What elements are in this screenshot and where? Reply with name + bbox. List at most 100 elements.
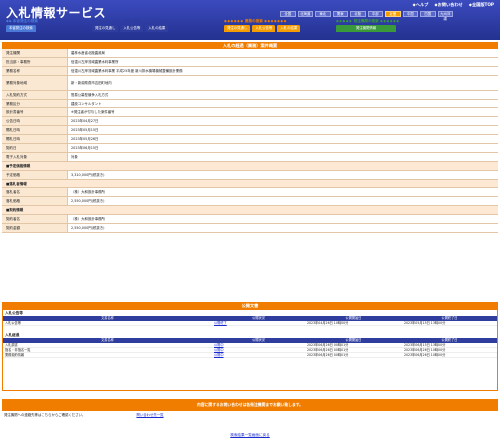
detail-row: 落札者名 （株）大和設計事務所 [2, 188, 498, 198]
detail-label: 業務名称 [2, 66, 67, 75]
detail-value: 3,310,000円(税抜き) [67, 170, 498, 179]
detail-row: 担当部・事務所 信濃川左岸流域農業水利事業所 [2, 57, 498, 67]
document-cell: 2023年06月26日 10時00分 [404, 353, 446, 357]
detail-label: 公告日時 [2, 117, 67, 126]
detail-label: 落札者名 [2, 188, 67, 197]
help-link[interactable]: ◆ヘルプ [413, 2, 429, 8]
detail-label: 担当部・事務所 [2, 57, 67, 66]
detail-row: 業務名称 信濃川左岸流域農業水利事業 平成25年度 新川排水機場機械整備設計業務 [2, 66, 498, 76]
detail-label: 予定価格 [2, 170, 67, 179]
document-status-link[interactable]: 公開中 [212, 343, 305, 347]
nav-koji-notice-button[interactable]: 入札公告等 [120, 25, 144, 32]
detail-label: 契約者名 [2, 215, 67, 224]
documents-section-title: 公開文書 [2, 302, 498, 309]
document-status-link[interactable]: 公開中 [212, 353, 305, 357]
nav-group-label-gyomu: ◆◆◆◆◆◆ 業務の検索 ◆◆◆◆◆◆◆ [224, 19, 287, 23]
detail-row: 業務対象地域 新・新潟県燕市吉田町地内 [2, 75, 498, 91]
detail-row: 公告日時 2023年04月27日 [2, 117, 498, 127]
contact-list-link[interactable]: 問い合わせ先一覧 [136, 413, 163, 417]
detail-value: （株）大和設計事務所 [67, 215, 498, 224]
detail-row: 契約日 2023年06月15日 [2, 144, 498, 153]
detail-section-title: 入札の経過（業務）案件概要 [2, 42, 498, 49]
detail-label: ■落札者情報 [2, 179, 67, 188]
detail-value: （株）大和設計事務所 [67, 188, 498, 197]
detail-value: 2023年05月15日 [67, 126, 498, 135]
detail-value: 建設コンサルタント [67, 99, 498, 108]
document-cell: 2023年04月26日 10時00分 [307, 321, 349, 325]
contact-link[interactable]: ◆お問い合わせ [434, 2, 462, 8]
nav-kikan-info-button[interactable]: 発注機関情報 [336, 25, 396, 32]
region-tab-kyushu[interactable]: 九州沖縄 [437, 11, 453, 21]
header-links: ◆ヘルプ ◆お問い合わせ ◆全国版TOP [413, 2, 494, 8]
document-cell: 入札調書 [5, 343, 18, 347]
detail-value: 2023年06月15日 [67, 144, 498, 152]
region-tab-shikoku[interactable]: 四国 [420, 11, 436, 17]
detail-label: 開札日時 [2, 135, 67, 144]
region-tab-kinki[interactable]: 近畿 [385, 11, 401, 17]
detail-value: 対象 [67, 152, 498, 161]
detail-value: 2,550,000円(税抜き) [67, 197, 498, 206]
detail-value: 簡易公募型競争入札方式 [67, 90, 498, 99]
document-cell: 2023年05月15日 13時00分 [404, 321, 446, 325]
region-tabs: 全国 北海道 東北 関東 北陸 中部 近畿 中国 四国 九州沖縄 [280, 11, 453, 21]
document-cell: 指名・非指名一覧 [5, 348, 31, 352]
detail-row: ■落札者情報 [2, 179, 498, 189]
detail-value: 2,550,000円(税抜き) [67, 224, 498, 232]
region-tab-chugoku[interactable]: 中国 [402, 11, 418, 17]
nav-group-label-koji: ◆◆◆◆◆◆◆◆◆ 工事の検索 ◆◆◆◆◆◆◆◆◆ [92, 19, 172, 23]
document-cell: 2023年06月26日 10時00分 [404, 348, 446, 352]
document-spacer [3, 358, 497, 364]
back-to-results-link[interactable]: 検索結果一覧画面に戻る [230, 433, 270, 437]
detail-label: 契約金額 [2, 224, 67, 232]
top-link[interactable]: ◆全国版TOP [469, 2, 494, 8]
region-tab-hokkaido[interactable]: 北海道 [297, 11, 313, 17]
detail-label: 落札価格 [2, 197, 67, 206]
detail-label: 業務区分 [2, 99, 67, 108]
detail-label: 電子入札対象 [2, 152, 67, 161]
inquiry-text: 発注機関への連絡先等はこちらからご確認ください。 [4, 413, 86, 417]
detail-value [67, 206, 498, 215]
detail-row: 入札契約方式 簡易公募型競争入札方式 [2, 90, 498, 100]
detail-row: 発注機関 農林水産省北陸農政局 [2, 49, 498, 58]
document-cell: 2023年06月26日 00時01分 [307, 353, 349, 357]
documents-content: 入札公告等 文書名称 公開状況 公開開始日 公開終了日 入札公告等 公開終了 2023年04月… [3, 310, 497, 364]
detail-row: 業務区分 建設コンサルタント [2, 99, 498, 109]
document-cell: 入札公告等 [5, 321, 21, 325]
nav-group-label-honsho: ◆◆ 本省発注の検索 [6, 19, 38, 23]
inquiry-heading: 内容に関するお問い合わせは各発注機関までお願い致します。 [2, 399, 498, 411]
detail-value: 信濃川左岸流域農業水利事業所 [67, 57, 498, 66]
region-tab-kanto[interactable]: 関東 [332, 11, 348, 17]
nav-gyomu-outlook-button[interactable]: 発注の見通し [224, 25, 251, 32]
detail-label: 業務対象地域 [2, 75, 67, 90]
document-status-link[interactable]: 公開終了 [212, 321, 305, 325]
nav-honsho-search-button[interactable]: 本省発注の検索 [6, 25, 36, 32]
detail-value: 新・新潟県燕市吉田町地内 [67, 75, 498, 90]
region-tab-chubu[interactable]: 中部 [367, 11, 383, 17]
document-cell: 2023年06月26日 00時01分 [307, 343, 349, 347]
document-cell: 業務契約情報 [5, 353, 25, 357]
detail-row: ■予定価格情報 [2, 161, 498, 171]
detail-label: 設計書番号 [2, 108, 67, 117]
region-tab-hokuriku[interactable]: 北陸 [350, 11, 366, 17]
nav-group-label-kikan: ◆◆◆◆◆ 発注機関の検索 ◆◆◆◆◆◆ [336, 19, 400, 23]
detail-value: 2023年04月27日 [67, 117, 498, 126]
detail-row: 契約金額 2,550,000円(税抜き) [2, 224, 498, 233]
document-status-link[interactable]: 公開中 [212, 348, 305, 352]
nav-gyomu-notice-button[interactable]: 入札公告等 [252, 25, 276, 32]
region-tab-zenkoku[interactable]: 全国 [280, 11, 296, 17]
detail-label: ■契約情報 [2, 206, 67, 215]
search-nav: ◆◆ 本省発注の検索 本省発注の検索 ◆◆◆◆◆◆◆◆◆ 工事の検索 ◆◆◆◆◆… [0, 19, 500, 39]
detail-value: 農林水産省北陸農政局 [67, 49, 498, 57]
nav-gyomu-result-button[interactable]: 入札の結果 [277, 25, 301, 32]
detail-value [67, 179, 498, 188]
detail-label: 開札日時 [2, 126, 67, 135]
detail-value: 信濃川左岸流域農業水利事業 平成25年度 新川排水機場機械整備設計業務 [67, 66, 498, 75]
nav-koji-outlook-button[interactable]: 発注の見通し [92, 25, 119, 32]
detail-row: 予定価格 3,310,000円(税抜き) [2, 170, 498, 180]
region-tab-tohoku[interactable]: 東北 [315, 11, 331, 17]
detail-row: 電子入札対象 対象 [2, 152, 498, 162]
detail-label: 発注機関 [2, 49, 67, 57]
detail-table: 発注機関 農林水産省北陸農政局 担当部・事務所 信濃川左岸流域農業水利事業所 業務名称信… [2, 49, 498, 233]
nav-koji-result-button[interactable]: 入札の結果 [145, 25, 169, 32]
detail-row: 設計書番号 ※発注者が付与した案件番号 [2, 108, 498, 118]
